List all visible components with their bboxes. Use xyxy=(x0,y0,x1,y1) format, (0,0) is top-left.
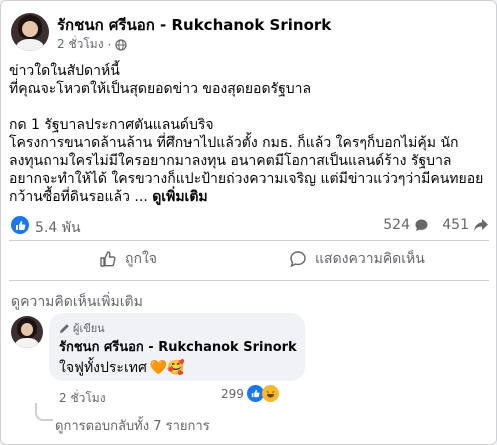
like-button[interactable]: ถูกใจ xyxy=(99,248,157,270)
author-badge: ผู้เขียน xyxy=(59,319,105,337)
comment-icon xyxy=(415,219,428,231)
comments-stat[interactable]: 524 xyxy=(383,217,429,233)
comment-author[interactable]: รักชนก ศรีนอก - Rukchanok Srinork xyxy=(59,336,297,357)
post-body: ข่าวใดในสัปดาห์นี้ ที่คุณจะโหวตให้เป็นสุ… xyxy=(9,62,489,224)
comment-reactions[interactable]: 299 xyxy=(221,385,279,402)
headline-line-2: ที่คุณจะโหวตให้เป็นสุดยอดข่าว ของสุดยอดร… xyxy=(9,81,312,97)
avatar-shirt xyxy=(15,38,45,51)
actions-divider xyxy=(9,280,489,281)
laughing-face-icon xyxy=(266,391,275,398)
pen-icon xyxy=(60,323,69,333)
shares-count: 451 xyxy=(442,217,469,233)
comments-count: 524 xyxy=(383,217,410,233)
post-card: รักชนก ศรีนอก - Rukchanok Srinork 2 ชั่ว… xyxy=(0,0,497,445)
author-badge-label: ผู้เขียน xyxy=(73,322,105,335)
post-author[interactable]: รักชนก ศรีนอก - Rukchanok Srinork xyxy=(57,13,331,37)
post-headline: ข่าวใดในสัปดาห์นี้ ที่คุณจะโหวตให้เป็นสุ… xyxy=(9,62,489,98)
reply-thread-line xyxy=(35,403,53,421)
avatar-face xyxy=(22,21,38,38)
author-avatar[interactable] xyxy=(11,13,49,51)
like-reaction-icon[interactable] xyxy=(11,216,29,234)
headline-line-1: ข่าวใดในสัปดาห์นี้ xyxy=(9,63,120,79)
post-time[interactable]: 2 ชั่วโมง xyxy=(57,35,104,54)
post-meta: 2 ชั่วโมง · xyxy=(57,35,127,54)
comment-text: ใจฟูทั้งประเทศ 🧡🥰 xyxy=(59,357,185,379)
body-line-2: โครงการขนาดล้านล้าน ที่ศึกษาไปแล้วตั้ง ก… xyxy=(9,135,459,151)
post-stats: 5.4 พัน 524 451 xyxy=(9,215,489,237)
comment-text-content: ใจฟูทั้งประเทศ xyxy=(59,360,147,376)
view-more-comments-link[interactable]: ดูความคิดเห็นเพิ่มเติม xyxy=(11,291,143,313)
see-more-link[interactable]: ดูเพิ่มเติม xyxy=(152,189,207,205)
globe-icon[interactable] xyxy=(115,38,127,51)
comment-reaction-count: 299 xyxy=(221,386,244,401)
share-icon xyxy=(474,218,488,231)
body-line-3: ลงทุนถามใครไม่มีใครอยากมาลงทุน อนาคตมีโอ… xyxy=(9,153,452,169)
view-replies-link[interactable]: ดูการตอบกลับทั้ง 7 รายการ xyxy=(55,415,210,436)
thumbs-up-icon xyxy=(15,220,25,230)
body-line-4: อยากจะทำให้ได้ ใครขวางก็แปะป้ายถ่วงความเ… xyxy=(9,171,484,187)
comment-emojis: 🧡🥰 xyxy=(149,360,185,376)
post-paragraph: กด 1 รัฐบาลประกาศตันแลนด์บริจ โครงการขนา… xyxy=(9,116,489,206)
thumbs-up-small-icon xyxy=(251,389,260,398)
stats-divider xyxy=(9,240,489,241)
comment-button-label: แสดงความคิดเห็น xyxy=(315,251,425,267)
commenter-avatar[interactable] xyxy=(11,316,43,348)
comment-button[interactable]: แสดงความคิดเห็น xyxy=(289,248,425,270)
commenter-avatar-shirt xyxy=(14,337,40,348)
comment-outline-icon xyxy=(290,251,306,268)
body-line-1: กด 1 รัฐบาลประกาศตันแลนด์บริจ xyxy=(9,117,214,133)
thumbs-up-outline-icon xyxy=(100,251,116,267)
shares-stat[interactable]: 451 xyxy=(442,217,489,233)
haha-reaction-icon xyxy=(261,385,279,402)
comment-bubble: ผู้เขียน รักชนก ศรีนอก - Rukchanok Srino… xyxy=(49,313,305,381)
body-line-5: กว้านซื้อที่ดินรอแล้ว ... ดูเพิ่มเติม xyxy=(9,188,489,206)
likes-count[interactable]: 5.4 พัน xyxy=(35,217,81,239)
meta-separator: · xyxy=(107,37,112,52)
body-line-5-text: กว้านซื้อที่ดินรอแล้ว ... xyxy=(9,189,148,205)
comment-time[interactable]: 2 ชั่วโมง xyxy=(59,389,106,408)
like-button-label: ถูกใจ xyxy=(125,251,157,267)
